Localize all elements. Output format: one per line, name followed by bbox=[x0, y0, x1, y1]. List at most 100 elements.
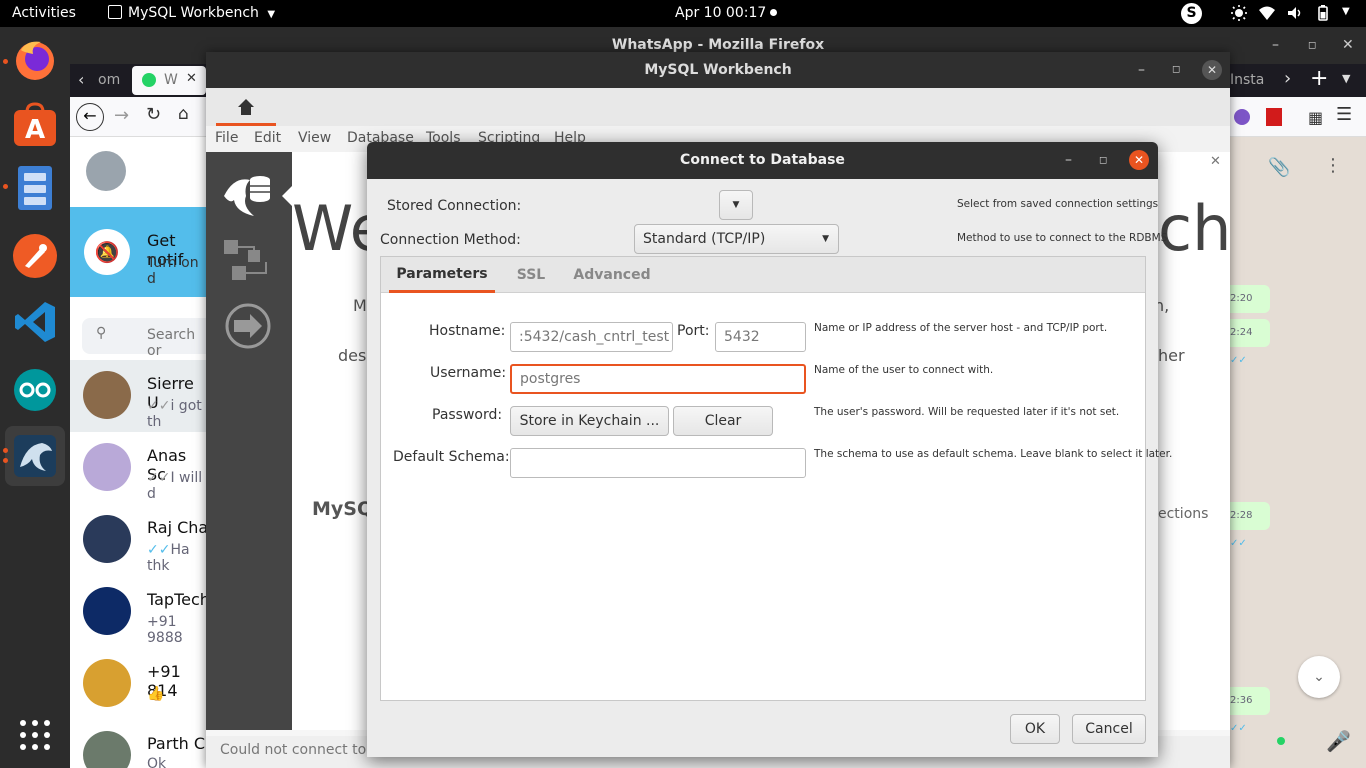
attach-icon[interactable]: 📎 bbox=[1268, 157, 1290, 178]
dock: A bbox=[0, 27, 70, 768]
dock-arduino[interactable] bbox=[7, 362, 63, 418]
sidebar-models[interactable] bbox=[222, 236, 274, 286]
avatar bbox=[83, 443, 131, 491]
tabs-scroll-right-icon[interactable]: › bbox=[1284, 68, 1291, 89]
clear-password-button[interactable]: Clear bbox=[673, 406, 773, 436]
hostname-value: :5432/cash_cntrl_test bbox=[519, 329, 670, 345]
vscode-icon bbox=[15, 302, 55, 342]
notification-banner[interactable]: 🔕 Get notif Turn on d bbox=[70, 207, 210, 297]
username-hint: Name of the user to connect with. bbox=[814, 364, 994, 376]
dock-vscode[interactable] bbox=[7, 294, 63, 350]
dock-software[interactable]: A bbox=[7, 97, 63, 153]
dock-postman[interactable] bbox=[7, 228, 63, 284]
dialog-minimize-icon[interactable]: – bbox=[1065, 142, 1072, 179]
pdf-extension-icon[interactable] bbox=[1266, 108, 1282, 126]
tab-advanced[interactable]: Advanced bbox=[567, 257, 657, 293]
firefox-title: WhatsApp - Mozilla Firefox bbox=[611, 37, 825, 53]
dialog-close-icon[interactable]: ✕ bbox=[1129, 150, 1149, 170]
ok-button[interactable]: OK bbox=[1010, 714, 1060, 744]
store-in-keychain-label: Store in Keychain ... bbox=[519, 413, 660, 429]
extension-icon[interactable] bbox=[1234, 109, 1250, 125]
chat-row-5[interactable]: +91 814 👍 bbox=[70, 648, 210, 720]
connect-dialog: Connect to Database – ◻ ✕ Stored Connect… bbox=[367, 142, 1172, 757]
back-icon[interactable]: ← bbox=[76, 103, 104, 131]
home-icon[interactable]: ⌂ bbox=[178, 104, 189, 124]
activities-button[interactable]: Activities bbox=[12, 5, 76, 21]
wifi-icon[interactable] bbox=[1258, 4, 1276, 22]
message-bubble: 2:20 ✓✓ bbox=[1230, 285, 1270, 332]
tab-instagram[interactable]: Insta bbox=[1230, 72, 1264, 88]
username-field[interactable]: postgres bbox=[510, 364, 806, 394]
port-field[interactable]: 5432 bbox=[715, 322, 806, 352]
message-time: 2:20 bbox=[1230, 293, 1253, 304]
firefox-menu-icon[interactable]: ☰ bbox=[1336, 104, 1352, 125]
chat-preview: 👍 bbox=[147, 686, 165, 702]
home-tab[interactable] bbox=[216, 88, 276, 126]
arduino-icon bbox=[14, 369, 56, 411]
workbench-close-icon[interactable]: ✕ bbox=[1202, 60, 1222, 80]
reload-icon[interactable]: ↻ bbox=[146, 104, 161, 125]
chat-row-6[interactable]: Parth C Ok bbox=[70, 720, 210, 768]
home-close-icon[interactable]: ✕ bbox=[1210, 154, 1221, 169]
firefox-minimize-icon[interactable]: – bbox=[1272, 27, 1279, 64]
connections-link-fragment[interactable]: ections bbox=[1158, 506, 1208, 522]
default-schema-field[interactable] bbox=[510, 448, 806, 478]
cancel-button[interactable]: Cancel bbox=[1072, 714, 1146, 744]
tab-close-icon[interactable]: ✕ bbox=[186, 71, 197, 86]
sidebar-migration[interactable] bbox=[224, 302, 272, 350]
menu-edit[interactable]: Edit bbox=[254, 130, 281, 146]
scroll-down-icon[interactable]: ⌄ bbox=[1298, 656, 1340, 698]
tab-ssl[interactable]: SSL bbox=[503, 257, 559, 293]
forward-icon[interactable]: → bbox=[114, 105, 129, 126]
tabs-scroll-left-icon[interactable]: ‹ bbox=[78, 70, 84, 89]
chat-row-2[interactable]: Anas Sc ✓✓I will d bbox=[70, 432, 210, 504]
store-in-keychain-button[interactable]: Store in Keychain ... bbox=[510, 406, 669, 436]
sidebar-connections[interactable] bbox=[220, 166, 276, 222]
dock-mysql-workbench[interactable] bbox=[5, 426, 65, 486]
workbench-title: MySQL Workbench bbox=[644, 62, 792, 78]
workbench-running-dot-1 bbox=[3, 448, 8, 453]
tab-whatsapp[interactable]: W ✕ bbox=[132, 66, 206, 95]
welcome-text-fragment: des bbox=[338, 346, 367, 365]
connection-method-select[interactable]: Standard (TCP/IP) ▼ bbox=[634, 224, 839, 254]
read-ticks-icon: ✓✓ bbox=[1230, 723, 1247, 734]
volume-icon[interactable] bbox=[1286, 4, 1304, 22]
battery-icon[interactable] bbox=[1314, 4, 1332, 22]
tab-parameters[interactable]: Parameters bbox=[389, 257, 495, 293]
avatar bbox=[83, 659, 131, 707]
app-menu[interactable]: MySQL Workbench ▼ bbox=[108, 5, 275, 21]
menu-view[interactable]: View bbox=[298, 130, 331, 146]
skype-icon[interactable]: S bbox=[1181, 3, 1202, 24]
system-menu-arrow-icon[interactable]: ▼ bbox=[1342, 6, 1360, 24]
dialog-maximize-icon[interactable]: ◻ bbox=[1099, 142, 1107, 179]
hostname-field[interactable]: :5432/cash_cntrl_test bbox=[510, 322, 673, 352]
chat-row-4[interactable]: TapTech +91 9888 bbox=[70, 576, 210, 648]
online-dot-icon bbox=[1277, 737, 1285, 745]
tab-1[interactable]: om bbox=[98, 72, 120, 88]
my-avatar[interactable] bbox=[86, 151, 126, 191]
workbench-maximize-icon[interactable]: ◻ bbox=[1172, 52, 1180, 88]
microphone-icon[interactable]: 🎤 bbox=[1326, 729, 1351, 753]
chevron-down-icon: ▼ bbox=[732, 200, 740, 210]
stored-connection-dropdown[interactable]: ▼ bbox=[719, 190, 753, 220]
workbench-minimize-icon[interactable]: – bbox=[1138, 52, 1145, 88]
dock-files[interactable] bbox=[7, 160, 63, 216]
menu-file[interactable]: File bbox=[215, 130, 238, 146]
dock-firefox[interactable] bbox=[7, 32, 63, 88]
notification-dot bbox=[770, 9, 778, 16]
new-tab-icon[interactable]: + bbox=[1310, 66, 1328, 91]
username-label: Username: bbox=[430, 365, 507, 381]
clock[interactable]: Apr 10 00:17 bbox=[675, 5, 778, 21]
tab-list-icon[interactable]: ▼ bbox=[1342, 72, 1350, 85]
extensions-grid-icon[interactable]: ▦ bbox=[1308, 108, 1323, 127]
chevron-down-icon: ▼ bbox=[267, 9, 276, 20]
brightness-icon[interactable] bbox=[1230, 4, 1248, 22]
show-applications-button[interactable] bbox=[7, 707, 63, 763]
default-schema-hint: The schema to use as default schema. Lea… bbox=[814, 448, 1173, 460]
firefox-maximize-icon[interactable]: ◻ bbox=[1308, 27, 1316, 64]
chat-row-1[interactable]: Sierre U ✓✓i got th bbox=[70, 360, 210, 432]
firefox-close-icon[interactable]: ✕ bbox=[1342, 27, 1354, 64]
chat-menu-icon[interactable]: ⋮ bbox=[1324, 155, 1342, 176]
chat-row-3[interactable]: Raj Cha ✓✓Ha thk bbox=[70, 504, 210, 576]
search-box[interactable]: ⚲ Search or bbox=[82, 318, 210, 359]
